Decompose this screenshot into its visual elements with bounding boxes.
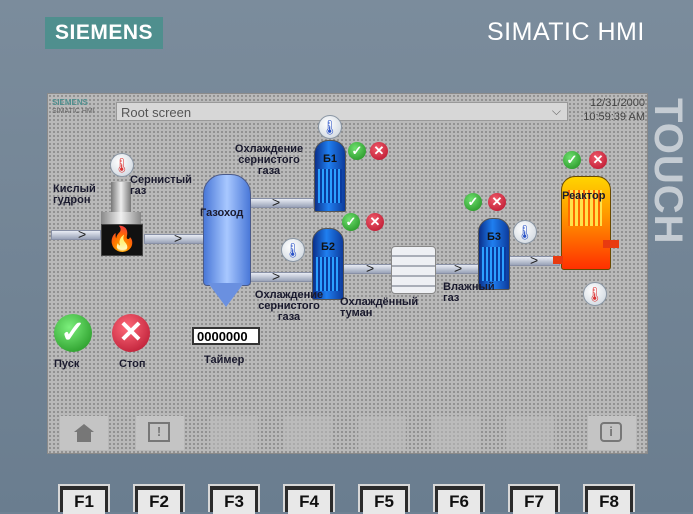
- warning-icon: !: [148, 422, 170, 442]
- chevron-down-icon: ⌵: [551, 104, 561, 118]
- cooler-label: Б2: [320, 241, 336, 253]
- date: 12/31/2000: [589, 97, 645, 109]
- time: 10:59:39 AM: [583, 111, 645, 123]
- stop-button[interactable]: ✕: [112, 314, 150, 352]
- function-slot[interactable]: [358, 416, 406, 450]
- thermometer-icon[interactable]: 🌡: [513, 220, 537, 244]
- mist-filter: [391, 246, 436, 294]
- function-slot[interactable]: [432, 416, 480, 450]
- label-mist: Охлаждённый туман: [340, 296, 419, 319]
- label-timer: Таймер: [204, 354, 245, 366]
- cross-icon[interactable]: ✕: [589, 151, 607, 169]
- cooler-coil: [318, 169, 342, 203]
- gas-duct-vessel: [203, 174, 251, 286]
- pipe-duct-b2: [248, 272, 314, 282]
- check-icon[interactable]: ✓: [563, 151, 581, 169]
- cooler-label: Б3: [486, 231, 502, 243]
- label-tar: Кислый гудрон: [53, 183, 96, 206]
- flow-arrow: >: [530, 252, 539, 268]
- screen-selector-value: Root screen: [121, 105, 192, 120]
- flow-arrow: >: [174, 230, 183, 246]
- check-icon[interactable]: ✓: [464, 193, 482, 211]
- flow-arrow: >: [272, 268, 281, 284]
- label-cool1: Охлаждение сернистого газа: [234, 143, 304, 177]
- label-reactor: Реактор: [562, 190, 606, 202]
- function-slot[interactable]: [506, 416, 554, 450]
- pipe-inlet: [51, 230, 101, 240]
- gas-duct-cone: [208, 283, 244, 307]
- chimney: [111, 182, 131, 212]
- home-icon-base: [77, 432, 91, 442]
- timer-field[interactable]: 0000000: [192, 327, 260, 345]
- f4-key-label: F4: [288, 490, 330, 514]
- mini-logo-text: SIEMENS: [52, 98, 89, 107]
- thermometer-icon[interactable]: 🌡: [583, 282, 607, 306]
- check-icon[interactable]: ✓: [348, 142, 366, 160]
- f7-key-label: F7: [513, 490, 555, 514]
- mini-logo-sub: SIMATIC HMI: [52, 108, 95, 115]
- f6-key-label: F6: [438, 490, 480, 514]
- reactor-outlet: [603, 240, 619, 248]
- label-so2: Сернистый газ: [130, 174, 192, 197]
- cross-icon[interactable]: ✕: [370, 142, 388, 160]
- f3-key-label: F3: [213, 490, 255, 514]
- thermometer-icon[interactable]: 🌡: [318, 115, 342, 139]
- f2-key-label: F2: [138, 490, 180, 514]
- function-slot[interactable]: [284, 416, 332, 450]
- reactor-inlet: [553, 256, 563, 264]
- check-icon[interactable]: ✓: [342, 213, 360, 231]
- furnace-fire: 🔥: [101, 224, 143, 256]
- f4-key[interactable]: F4: [283, 484, 335, 514]
- cooler-b1[interactable]: Б1: [314, 140, 346, 212]
- label-start: Пуск: [54, 358, 80, 370]
- mini-logo: SIEMENS SIMATIC HMI: [52, 98, 95, 116]
- flow-arrow: >: [272, 194, 281, 210]
- f8-key-label: F8: [588, 490, 630, 514]
- cooler-coil: [482, 247, 506, 281]
- flow-arrow: >: [454, 260, 463, 276]
- label-duct: Газоход: [200, 207, 244, 219]
- alarm-button[interactable]: !: [136, 416, 184, 450]
- f3-key[interactable]: F3: [208, 484, 260, 514]
- flow-arrow: >: [366, 260, 375, 276]
- touch-label: TOUCH: [646, 98, 690, 245]
- siemens-logo: SIEMENS: [45, 17, 163, 49]
- label-stop: Стоп: [119, 358, 146, 370]
- cross-icon[interactable]: ✕: [366, 213, 384, 231]
- f6-key[interactable]: F6: [433, 484, 485, 514]
- f5-key-label: F5: [363, 490, 405, 514]
- cooler-b3[interactable]: Б3: [478, 218, 510, 290]
- f5-key[interactable]: F5: [358, 484, 410, 514]
- thermometer-icon[interactable]: 🌡: [281, 238, 305, 262]
- f8-key[interactable]: F8: [583, 484, 635, 514]
- simatic-hmi-label: SIMATIC HMI: [487, 18, 645, 46]
- furnace: [101, 212, 141, 224]
- f7-key[interactable]: F7: [508, 484, 560, 514]
- screen-topbar: SIEMENS SIMATIC HMI Root screen ⌵ 12/31/…: [48, 94, 647, 126]
- function-slot[interactable]: [210, 416, 258, 450]
- info-icon: i: [600, 422, 622, 442]
- cooler-coil: [316, 257, 340, 291]
- start-button[interactable]: ✓: [54, 314, 92, 352]
- info-button[interactable]: i: [588, 416, 636, 450]
- cross-icon[interactable]: ✕: [488, 193, 506, 211]
- cooler-label: Б1: [322, 153, 338, 165]
- function-bar: ! i: [52, 416, 643, 450]
- home-button[interactable]: [60, 416, 108, 450]
- datetime: 12/31/2000 10:59:39 AM: [583, 96, 645, 124]
- hmi-screen: SIEMENS SIMATIC HMI Root screen ⌵ 12/31/…: [47, 93, 648, 454]
- screen-selector[interactable]: Root screen ⌵: [116, 102, 568, 121]
- label-cool2: Охлаждение сернистого газа: [254, 289, 324, 323]
- home-icon: [74, 424, 94, 432]
- flow-arrow: >: [78, 226, 87, 242]
- label-wet: Влажный газ: [443, 281, 495, 304]
- f1-key-label: F1: [63, 490, 105, 514]
- f2-key[interactable]: F2: [133, 484, 185, 514]
- pipe-duct-b1: [248, 198, 314, 208]
- f1-key[interactable]: F1: [58, 484, 110, 514]
